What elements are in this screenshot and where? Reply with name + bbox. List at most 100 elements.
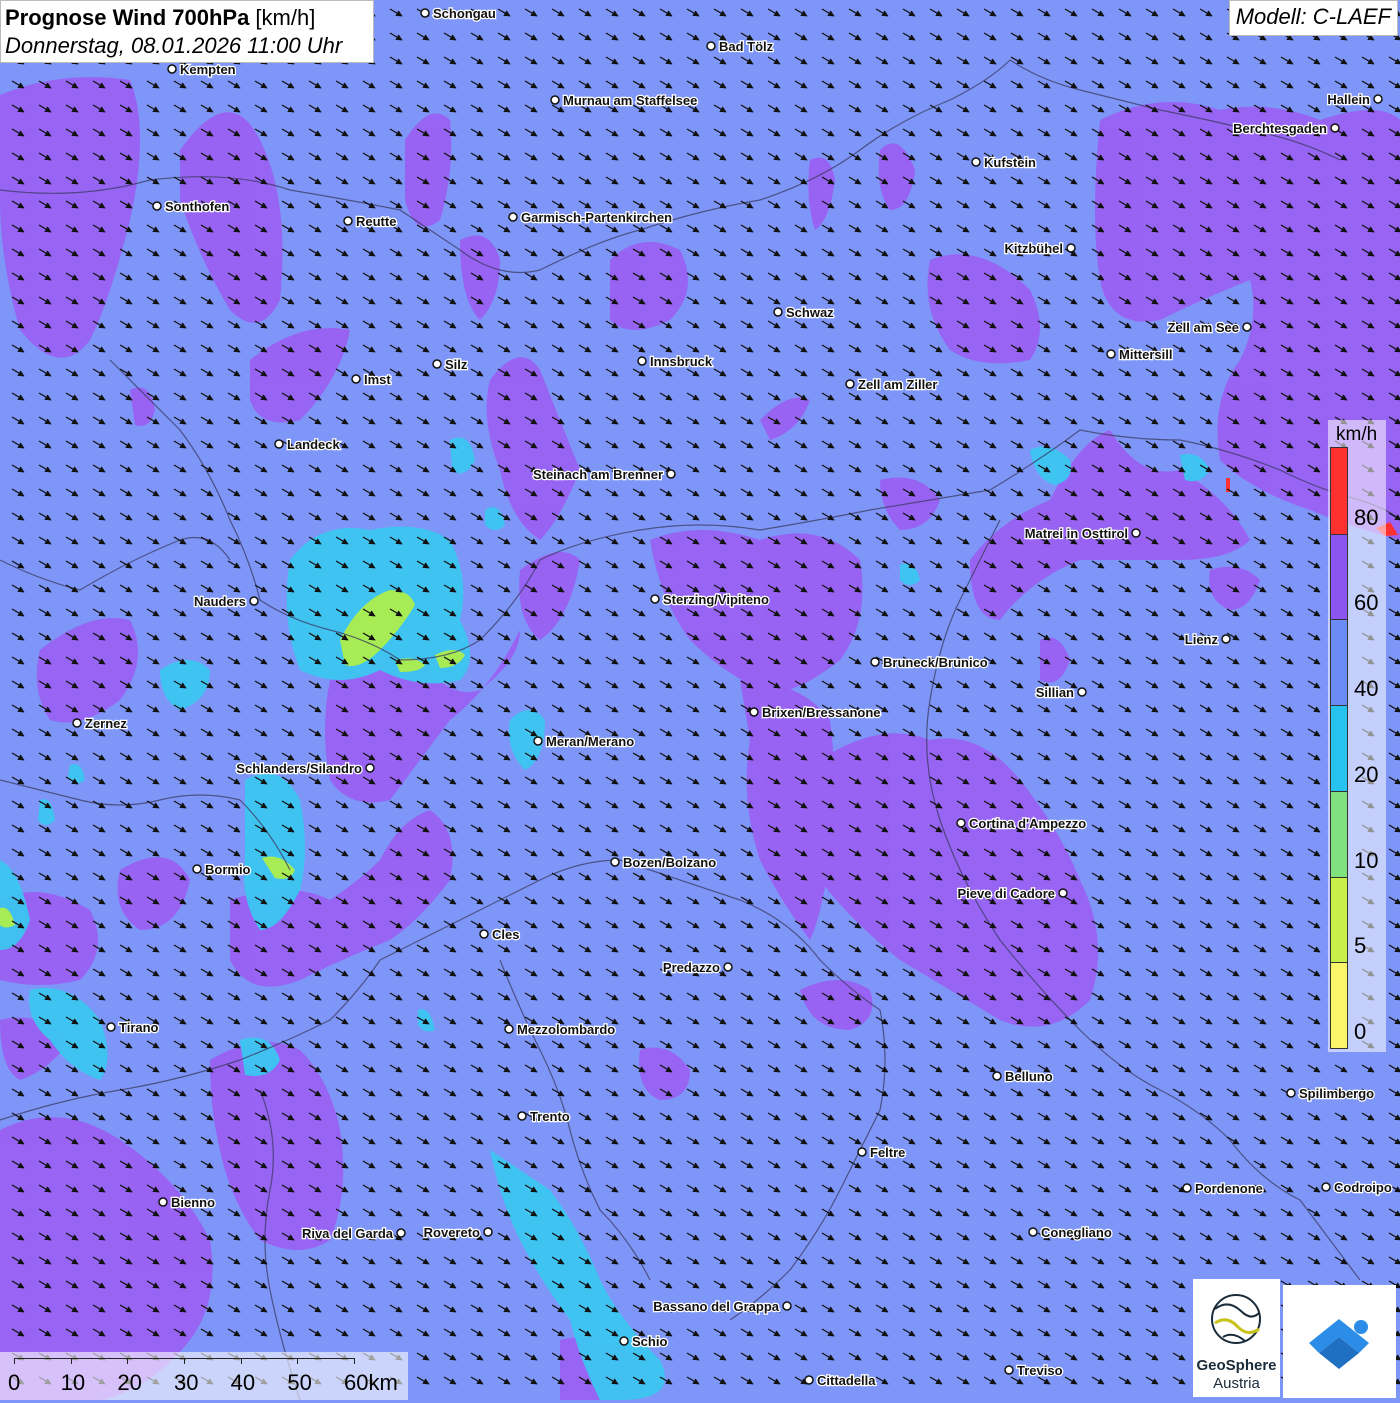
city-name: Berchtesgaden xyxy=(1233,121,1327,136)
city-name: Predazzo xyxy=(663,960,720,975)
city-marker: Schongau xyxy=(420,5,497,22)
city-marker: Riva del Garda xyxy=(301,1225,406,1242)
city-dot xyxy=(749,707,759,717)
city-name: Conegliano xyxy=(1041,1225,1112,1240)
city-marker: Steinach am Brenner xyxy=(532,466,676,483)
city-name: Lienz xyxy=(1185,632,1219,647)
city-marker: Sterzing/Vipiteno xyxy=(650,591,770,608)
city-dot xyxy=(432,359,442,369)
city-name: Sonthofen xyxy=(165,199,229,214)
city-dot xyxy=(152,201,162,211)
city-name: Mittersill xyxy=(1119,347,1172,362)
city-name: Meran/Merano xyxy=(546,734,634,749)
city-name: Bruneck/Brunico xyxy=(883,655,988,670)
city-dot xyxy=(479,929,489,939)
legend-label: 5 xyxy=(1354,933,1367,959)
city-marker: Cortina d'Ampezzo xyxy=(956,815,1088,832)
city-dot xyxy=(1321,1182,1331,1192)
app-logo-icon xyxy=(1309,1319,1369,1369)
legend-label: 60 xyxy=(1354,590,1379,616)
city-name: Landeck xyxy=(287,437,341,452)
app-logo xyxy=(1283,1285,1396,1398)
scale-label: 30 xyxy=(174,1370,199,1395)
city-name: Bassano del Grappa xyxy=(653,1299,779,1314)
city-dot xyxy=(666,469,676,479)
model-label: Modell: C-LAEF xyxy=(1228,0,1398,36)
city-name: Belluno xyxy=(1005,1069,1053,1084)
city-dot xyxy=(706,41,716,51)
legend-segment xyxy=(1331,705,1347,791)
city-dot xyxy=(971,157,981,167)
city-dot xyxy=(72,718,82,728)
city-name: Cortina d'Ampezzo xyxy=(969,816,1086,831)
city-marker: Bruneck/Brunico xyxy=(870,654,989,671)
city-name: Garmisch-Partenkirchen xyxy=(521,210,672,225)
city-dot xyxy=(1286,1088,1296,1098)
city-dot xyxy=(650,594,660,604)
city-marker: Garmisch-Partenkirchen xyxy=(508,209,673,226)
city-name: Kitzbühel xyxy=(1005,241,1064,256)
city-name: Sillian xyxy=(1036,685,1074,700)
city-dot xyxy=(1077,687,1087,697)
city-marker: Conegliano xyxy=(1028,1224,1113,1241)
geosphere-logo: GeoSphere Austria xyxy=(1193,1279,1280,1397)
city-name: Feltre xyxy=(870,1145,905,1160)
map-title: Prognose Wind 700hPa [km/h] xyxy=(5,4,369,32)
legend-segment xyxy=(1331,448,1347,534)
city-name: Silz xyxy=(445,357,468,372)
legend-label: 0 xyxy=(1354,1019,1367,1044)
city-dot xyxy=(1182,1183,1192,1193)
title-unit: [km/h] xyxy=(249,5,316,30)
city-dot xyxy=(351,374,361,384)
wind-map: Schongau Bad Tölz Kempten Murnau am Staffel… xyxy=(0,0,1400,1400)
city-marker: Bozen/Bolzano xyxy=(610,854,717,871)
city-name: Cittadella xyxy=(817,1373,876,1388)
city-dot xyxy=(483,1227,493,1237)
city-marker: Bassano del Grappa xyxy=(652,1298,792,1315)
legend-segment xyxy=(1331,790,1347,877)
logo-line2: Austria xyxy=(1213,1375,1260,1392)
city-dot xyxy=(1221,634,1231,644)
legend-segment xyxy=(1331,876,1347,963)
city-marker: Innsbruck xyxy=(637,353,714,370)
city-dot xyxy=(508,212,518,222)
city-dot xyxy=(857,1147,867,1157)
scale-label: 40 xyxy=(230,1370,256,1395)
scale-tick xyxy=(127,1358,129,1364)
forecast-datetime: Donnerstag, 08.01.2026 11:00 Uhr xyxy=(5,33,343,58)
city-name: Bad Tölz xyxy=(719,39,774,54)
city-name: Schongau xyxy=(433,6,496,21)
city-dot xyxy=(396,1228,406,1238)
city-name: Zernez xyxy=(85,716,127,731)
city-name: Schlanders/Silandro xyxy=(236,761,362,776)
geosphere-emblem-icon xyxy=(1211,1294,1261,1344)
scale-tick xyxy=(14,1358,15,1364)
city-dot xyxy=(773,307,783,317)
city-dot xyxy=(610,857,620,867)
city-name: Pordenone xyxy=(1195,1181,1263,1196)
color-legend: km/h 80 60 40 20 10 5 0 xyxy=(1328,420,1386,1052)
city-marker: Meran/Merano xyxy=(533,733,635,750)
city-name: Bozen/Bolzano xyxy=(623,855,716,870)
city-dot xyxy=(1004,1365,1014,1375)
city-name: Kufstein xyxy=(984,155,1036,170)
city-dot xyxy=(1242,322,1252,332)
city-dot xyxy=(249,596,259,606)
city-dot xyxy=(420,8,430,18)
scale-tick xyxy=(70,1358,72,1364)
city-name: Pieve di Cadore xyxy=(957,886,1055,901)
city-dot xyxy=(274,439,284,449)
city-dot xyxy=(1058,888,1068,898)
city-marker: Spilimbergo xyxy=(1286,1085,1375,1102)
city-name: Trento xyxy=(530,1109,570,1124)
city-marker: Murnau am Staffelsee xyxy=(550,92,699,109)
city-marker: Berchtesgaden xyxy=(1232,120,1340,137)
city-dot xyxy=(992,1071,1002,1081)
city-dot xyxy=(845,379,855,389)
city-dot xyxy=(192,864,202,874)
city-dot xyxy=(533,736,543,746)
city-marker: Matrei in Osttirol xyxy=(1023,525,1141,542)
legend-segment xyxy=(1331,533,1347,620)
city-dot xyxy=(637,356,647,366)
city-name: Bienno xyxy=(171,1195,215,1210)
